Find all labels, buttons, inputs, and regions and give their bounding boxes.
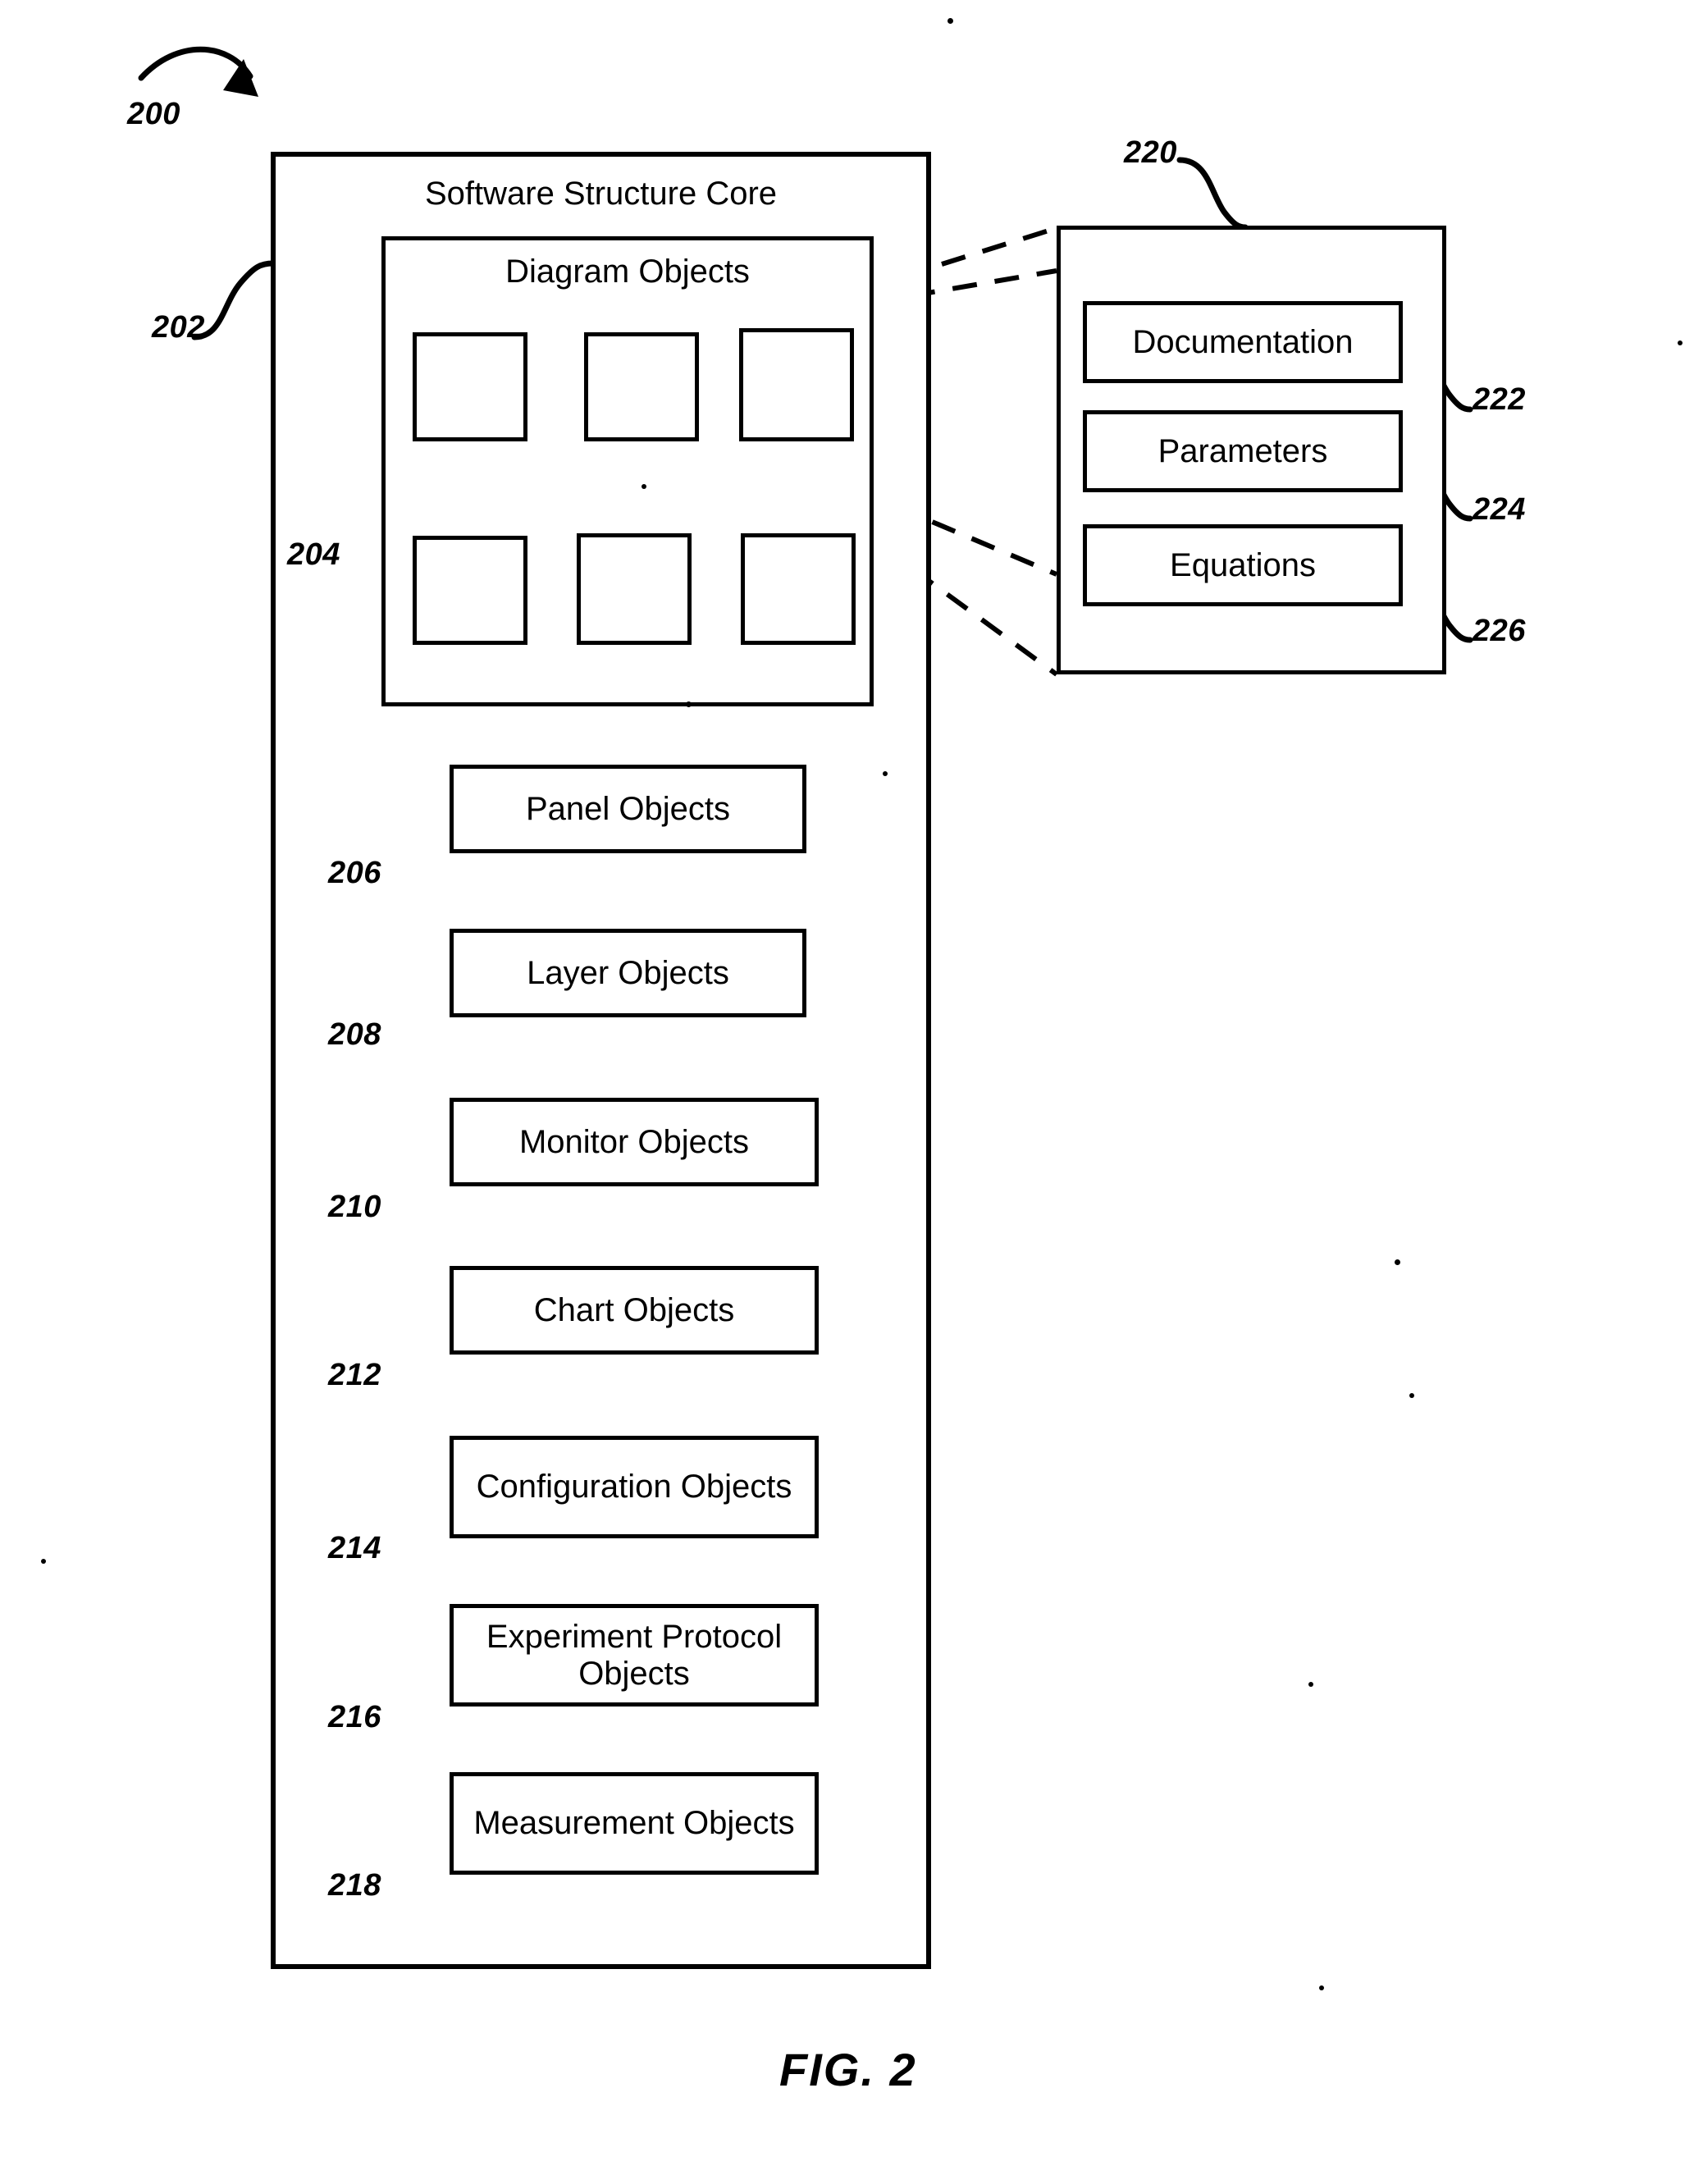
ref-202: 202 [152, 310, 205, 345]
panel-objects-box[interactable]: Panel Objects [450, 765, 806, 853]
diagram-object-square-6[interactable] [741, 533, 856, 645]
ref-222: 222 [1473, 382, 1526, 417]
chart-objects-label: Chart Objects [533, 1291, 735, 1328]
scan-speck [41, 1559, 46, 1564]
ref-204: 204 [287, 537, 340, 572]
ref-210: 210 [328, 1190, 381, 1224]
leader-220 [1176, 157, 1249, 231]
scan-speck [1308, 1682, 1313, 1687]
measurement-objects-label: Measurement Objects [473, 1805, 795, 1842]
software-structure-core-title: Software Structure Core [424, 176, 778, 212]
experiment-protocol-objects-label: Experiment Protocol Objects [486, 1618, 783, 1692]
experiment-protocol-objects-box[interactable]: Experiment Protocol Objects [450, 1604, 819, 1707]
scan-speck [947, 18, 953, 24]
configuration-objects-box[interactable]: Configuration Objects [450, 1436, 819, 1538]
scan-speck [883, 771, 888, 776]
ref-218: 218 [328, 1868, 381, 1903]
ref-216: 216 [328, 1700, 381, 1734]
scan-speck [1395, 1259, 1400, 1265]
measurement-objects-box[interactable]: Measurement Objects [450, 1772, 819, 1875]
equations-box[interactable]: Equations [1083, 524, 1403, 606]
ref-224: 224 [1473, 492, 1526, 527]
documentation-box[interactable]: Documentation [1083, 301, 1403, 383]
scan-speck [1319, 1985, 1324, 1990]
figure-ref-200: 200 [127, 97, 180, 131]
ref-220: 220 [1124, 135, 1177, 170]
layer-objects-label: Layer Objects [527, 954, 729, 991]
figure-ref-arrow [138, 46, 258, 97]
parameters-label: Parameters [1157, 432, 1328, 469]
panel-objects-label: Panel Objects [525, 790, 731, 827]
scan-speck [1409, 1393, 1414, 1398]
layer-objects-box[interactable]: Layer Objects [450, 929, 806, 1017]
diagram-object-square-4[interactable] [413, 536, 527, 645]
parameters-box[interactable]: Parameters [1083, 410, 1403, 492]
figure-canvas: 200 Software Structure Core 202 Diagram … [0, 0, 1694, 2184]
scan-speck [1678, 340, 1683, 345]
figure-caption: FIG. 2 [779, 2044, 917, 2095]
leader-202 [191, 260, 276, 340]
configuration-objects-label: Configuration Objects [476, 1469, 792, 1505]
ref-226: 226 [1473, 614, 1526, 648]
diagram-object-square-2[interactable] [584, 332, 699, 441]
diagram-objects-title: Diagram Objects [505, 254, 750, 290]
documentation-label: Documentation [1132, 323, 1354, 360]
monitor-objects-label: Monitor Objects [518, 1123, 750, 1160]
monitor-objects-box[interactable]: Monitor Objects [450, 1098, 819, 1186]
ref-212: 212 [328, 1358, 381, 1392]
scan-speck [686, 701, 692, 707]
ref-208: 208 [328, 1017, 381, 1052]
ref-214: 214 [328, 1531, 381, 1565]
scan-speck [642, 484, 646, 489]
diagram-object-square-5[interactable] [577, 533, 692, 645]
chart-objects-box[interactable]: Chart Objects [450, 1266, 819, 1355]
diagram-object-square-1[interactable] [413, 332, 527, 441]
equations-label: Equations [1170, 546, 1316, 583]
ref-206: 206 [328, 856, 381, 890]
diagram-object-square-3[interactable] [739, 328, 854, 441]
